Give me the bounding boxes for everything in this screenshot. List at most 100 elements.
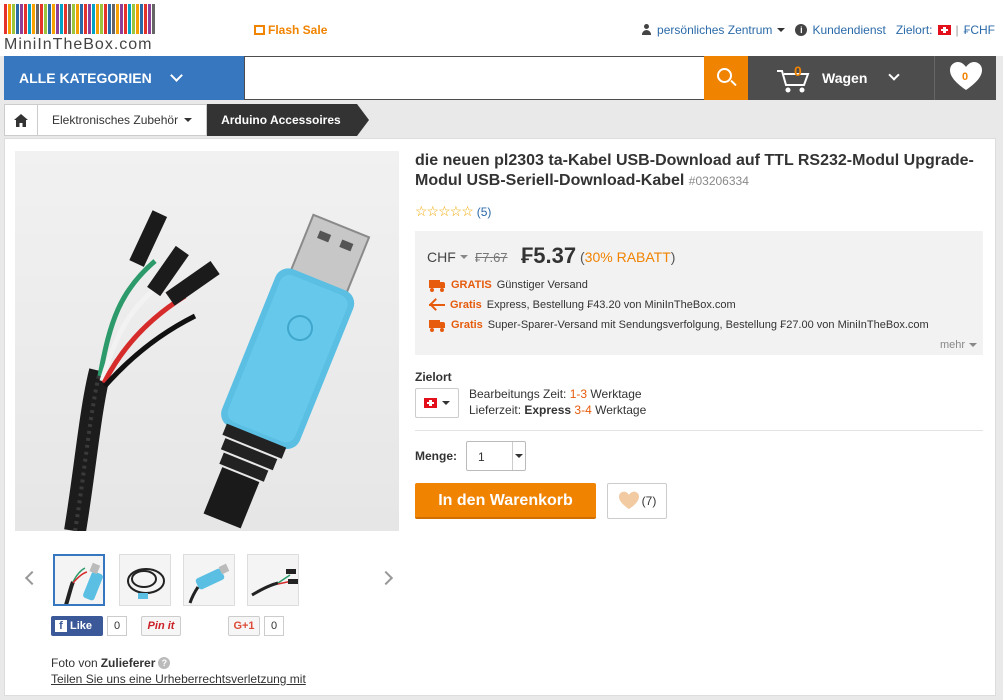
facebook-like-label: Like xyxy=(70,620,93,632)
account-label: persönliches Zentrum xyxy=(657,23,773,37)
chevron-right-icon[interactable] xyxy=(378,570,394,586)
wishlist-button[interactable]: 0 xyxy=(934,56,996,100)
quantity-select[interactable]: 1 xyxy=(466,441,526,471)
star-rating-icon: ☆☆☆☆☆ xyxy=(415,203,474,219)
info-icon: i xyxy=(795,24,808,36)
add-to-cart-button[interactable]: In den Warenkorb xyxy=(415,483,596,519)
caret-down-icon xyxy=(512,442,525,470)
quantity-label: Menge: xyxy=(415,449,457,463)
help-icon[interactable]: ? xyxy=(158,657,171,669)
cart-count: 0 xyxy=(794,63,802,79)
breadcrumb-item-electronics[interactable]: Elektronisches Zubehör xyxy=(38,104,208,136)
shipping-text: Express, Bestellung ₣43.20 von MiniInThe… xyxy=(486,299,736,311)
flash-sale-link[interactable]: Flash Sale xyxy=(254,23,327,37)
processing-unit: Werktage xyxy=(590,387,642,401)
site-logo[interactable]: MiniInTheBox.com xyxy=(4,4,156,53)
cart-label: Wagen xyxy=(822,70,868,86)
caret-down-icon xyxy=(777,28,786,32)
photo-credit-label: Foto von xyxy=(51,656,98,670)
more-shipping-link[interactable]: mehr xyxy=(940,339,977,351)
google-plus-count: 0 xyxy=(264,616,284,636)
chevron-down-icon xyxy=(170,69,183,82)
search-input[interactable] xyxy=(245,57,704,99)
destination-label: Zielort: xyxy=(895,23,933,37)
delivery-time: Lieferzeit: Express 3-4 Werktage xyxy=(469,402,646,418)
current-price: ₣5.37 xyxy=(521,243,577,268)
photo-credit: Foto von Zulieferer ? xyxy=(51,656,171,670)
shipping-highlight: Gratis xyxy=(451,319,483,331)
thumbnail-1[interactable] xyxy=(53,554,105,606)
breadcrumb: Elektronisches Zubehör Arduino Accessoir… xyxy=(4,104,369,136)
search-button[interactable] xyxy=(704,56,748,100)
product-sku: #03206334 xyxy=(688,174,749,188)
wishlist-count: (7) xyxy=(641,494,657,508)
destination-selector[interactable]: Zielort: | ₣CHF xyxy=(896,23,995,37)
thumbnail-4[interactable] xyxy=(247,554,299,606)
customer-service-link[interactable]: i Kundendienst xyxy=(795,23,886,37)
cart-icon xyxy=(777,70,810,93)
caret-down-icon xyxy=(184,118,193,122)
shipping-highlight: GRATIS xyxy=(451,279,492,291)
shipping-option-1: GRATIS Günstiger Versand xyxy=(429,279,588,292)
separator: | xyxy=(955,23,959,37)
usb-cable-image xyxy=(64,210,371,531)
discount-close: ) xyxy=(670,249,676,265)
delivery-value: 3-4 xyxy=(574,403,592,417)
pinterest-button[interactable]: Pin it xyxy=(141,616,181,636)
price-box: CHF ₣7.67 ₣5.37 (30% RABATT) GRATIS Güns… xyxy=(415,231,983,355)
chevron-left-icon[interactable] xyxy=(24,570,40,586)
thumbnail-3-image xyxy=(188,563,230,604)
delivery-unit: Werktage xyxy=(595,403,647,417)
nav-bar: ALLE KATEGORIEN 0 Wagen 0 xyxy=(4,56,996,100)
swiss-flag-icon xyxy=(937,25,951,35)
wishlist-count: 0 xyxy=(962,71,969,83)
add-to-wishlist-button[interactable]: (7) xyxy=(607,483,667,519)
truck-icon xyxy=(429,279,446,292)
google-plus-button[interactable]: G+1 xyxy=(228,616,260,636)
quantity-value: 1 xyxy=(478,450,485,464)
all-categories-button[interactable]: ALLE KATEGORIEN xyxy=(4,56,244,100)
thumbnail-4-image xyxy=(251,569,298,597)
product-panel: f Like 0 Pin it G+1 0 Foto von Zuliefere… xyxy=(4,138,996,696)
destination-country-select[interactable] xyxy=(415,388,459,418)
more-label: mehr xyxy=(939,339,965,351)
logo-text: MiniInTheBox.com xyxy=(4,36,153,53)
breadcrumb-home[interactable] xyxy=(4,104,38,136)
thumbnail-strip xyxy=(19,551,399,611)
swiss-flag-icon xyxy=(424,398,437,408)
search-icon-handle xyxy=(730,79,737,87)
rating-count: (5) xyxy=(476,204,492,219)
thumbnail-3[interactable] xyxy=(183,554,235,606)
discount-text: 30% RABATT xyxy=(584,249,671,265)
truck-icon xyxy=(429,319,446,332)
old-price: ₣7.67 xyxy=(475,250,508,265)
person-icon xyxy=(641,24,652,36)
report-copyright-link[interactable]: Teilen Sie uns eine Urheberrechtsverletz… xyxy=(51,672,306,686)
shipping-option-2: Gratis Express, Bestellung ₣43.20 von Mi… xyxy=(429,299,736,311)
processing-label: Bearbeitungs Zeit: xyxy=(469,387,567,401)
all-categories-label: ALLE KATEGORIEN xyxy=(19,70,152,86)
facebook-like-count: 0 xyxy=(107,616,127,636)
top-links: persönliches Zentrum i Kundendienst Ziel… xyxy=(641,23,995,37)
top-bar: MiniInTheBox.com Flash Sale persönliches… xyxy=(0,0,1003,56)
social-share: f Like 0 Pin it G+1 0 xyxy=(51,616,311,638)
caret-down-icon xyxy=(969,343,977,347)
shipping-option-3: Gratis Super-Sparer-Versand mit Sendungs… xyxy=(429,319,929,332)
facebook-like-button[interactable]: f Like xyxy=(51,616,103,636)
account-menu[interactable]: persönliches Zentrum xyxy=(641,23,786,37)
breadcrumb-current-label: Arduino Accessoires xyxy=(221,113,341,127)
delivery-info: Bearbeitungs Zeit: 1-3 Werktage Lieferze… xyxy=(469,386,646,418)
caret-down-icon xyxy=(442,401,450,405)
processing-time: Bearbeitungs Zeit: 1-3 Werktage xyxy=(469,386,646,402)
product-rating[interactable]: ☆☆☆☆☆ (5) xyxy=(415,203,491,220)
currency-selector[interactable]: CHF xyxy=(427,249,468,265)
thumbnail-1-image xyxy=(64,562,103,604)
customer-service-label: Kundendienst xyxy=(812,23,886,37)
thumbnail-2[interactable] xyxy=(119,554,171,606)
cart-button[interactable]: 0 Wagen xyxy=(774,56,924,100)
product-main-image[interactable] xyxy=(15,151,399,531)
delivery-express: Express xyxy=(524,403,572,417)
chevron-down-icon xyxy=(888,69,900,81)
product-title: die neuen pl2303 ta-Kabel USB-Download a… xyxy=(415,151,975,191)
discount-badge: (30% RABATT) xyxy=(580,249,675,265)
